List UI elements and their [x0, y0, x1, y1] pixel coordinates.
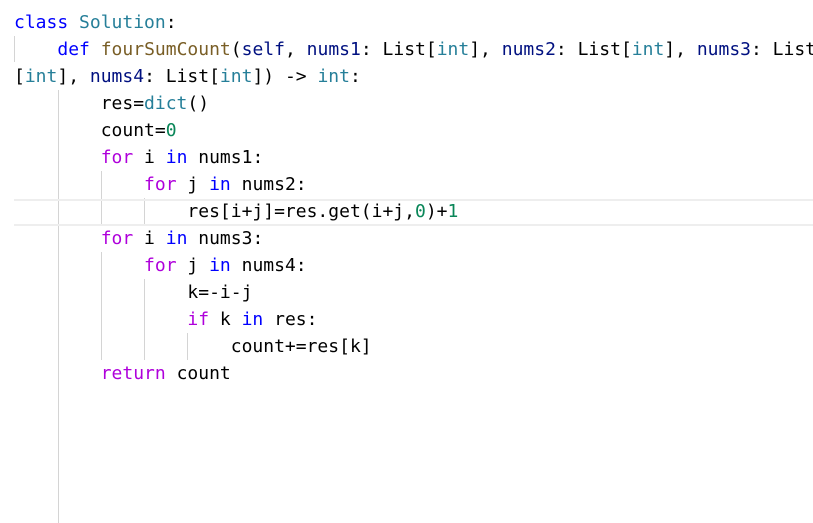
code-token: : List	[751, 39, 813, 60]
code-token: nums1:	[187, 147, 264, 168]
code-token: k=-i-j	[14, 282, 253, 303]
code-token: nums4:	[230, 255, 307, 276]
code-token: :	[349, 66, 361, 87]
code-token: int	[436, 39, 470, 60]
code-token: i	[133, 147, 166, 168]
code-token: for	[100, 228, 134, 249]
code-token: fourSumCount	[100, 39, 231, 60]
code-token: dict	[144, 93, 188, 114]
code-line-12[interactable]: if k in res:	[14, 306, 813, 333]
code-token: self	[241, 39, 285, 60]
code-token: j	[176, 174, 210, 195]
code-line-1[interactable]: class Solution:	[14, 9, 813, 36]
code-token: ],	[664, 39, 697, 60]
code-token: 1	[447, 201, 459, 222]
code-token: for	[144, 174, 177, 195]
code-line-2[interactable]: def fourSumCount(self, nums1: List[int],…	[14, 36, 813, 63]
code-token: )+	[425, 201, 448, 222]
code-token: nums2:	[230, 174, 307, 195]
code-line-11[interactable]: k=-i-j	[14, 279, 813, 306]
code-token: : List[	[144, 66, 220, 87]
code-token: for	[100, 147, 134, 168]
code-token: 0	[165, 120, 177, 141]
code-token: in	[209, 255, 231, 276]
code-line-3[interactable]: [int], nums4: List[int]) -> int:	[14, 63, 813, 90]
code-token: (	[230, 39, 242, 60]
code-token: ]) ->	[252, 66, 318, 87]
code-token: :	[165, 12, 177, 33]
code-line-8[interactable]: res[i+j]=res.get(i+j,0)+1	[14, 198, 813, 225]
code-token: j	[176, 255, 210, 276]
code-line-4[interactable]: res=dict()	[14, 90, 813, 117]
code-token: int	[219, 66, 253, 87]
code-token: Solution	[79, 12, 166, 33]
code-token: ],	[57, 66, 90, 87]
code-token: ],	[469, 39, 502, 60]
code-token: nums2	[501, 39, 556, 60]
code-token: : List[	[360, 39, 437, 60]
code-line-9[interactable]: for i in nums3:	[14, 225, 813, 252]
code-token: [	[14, 66, 25, 87]
code-line-5[interactable]: count=0	[14, 117, 813, 144]
code-token: int	[317, 66, 350, 87]
code-token: res[i+j]=res.get(i+j,	[14, 201, 415, 222]
code-token: in	[209, 174, 231, 195]
code-token: ,	[284, 39, 307, 60]
code-token: int	[24, 66, 58, 87]
code-token: if	[187, 309, 210, 330]
code-token: count=	[14, 120, 166, 141]
code-token: res=	[14, 93, 145, 114]
code-token: count	[165, 363, 231, 384]
code-token: for	[144, 255, 177, 276]
code-line-10[interactable]: for j in nums4:	[14, 252, 813, 279]
code-token: def	[57, 39, 90, 60]
code-token: nums4	[89, 66, 145, 87]
code-line-13[interactable]: count+=res[k]	[14, 333, 813, 360]
code-token: in	[241, 309, 264, 330]
code-token: 0	[414, 201, 426, 222]
code-line-7[interactable]: for j in nums2:	[14, 171, 813, 198]
code-token: class	[14, 12, 69, 33]
code-token: in	[165, 147, 188, 168]
code-token: int	[631, 39, 665, 60]
code-token: i	[133, 228, 166, 249]
code-token: ()	[187, 93, 210, 114]
code-token: : List[	[555, 39, 632, 60]
code-token: count+=res[k]	[14, 336, 372, 357]
code-token: nums3	[696, 39, 751, 60]
code-token: res:	[263, 309, 318, 330]
code-token: nums3:	[187, 228, 264, 249]
code-token: k	[209, 309, 242, 330]
code-token: nums1	[306, 39, 361, 60]
code-line-6[interactable]: for i in nums1:	[14, 144, 813, 171]
code-editor[interactable]: class Solution: def fourSumCount(self, n…	[0, 0, 813, 523]
code-token: in	[165, 228, 188, 249]
code-line-14[interactable]: return count	[14, 360, 813, 387]
code-token: return	[100, 363, 166, 384]
